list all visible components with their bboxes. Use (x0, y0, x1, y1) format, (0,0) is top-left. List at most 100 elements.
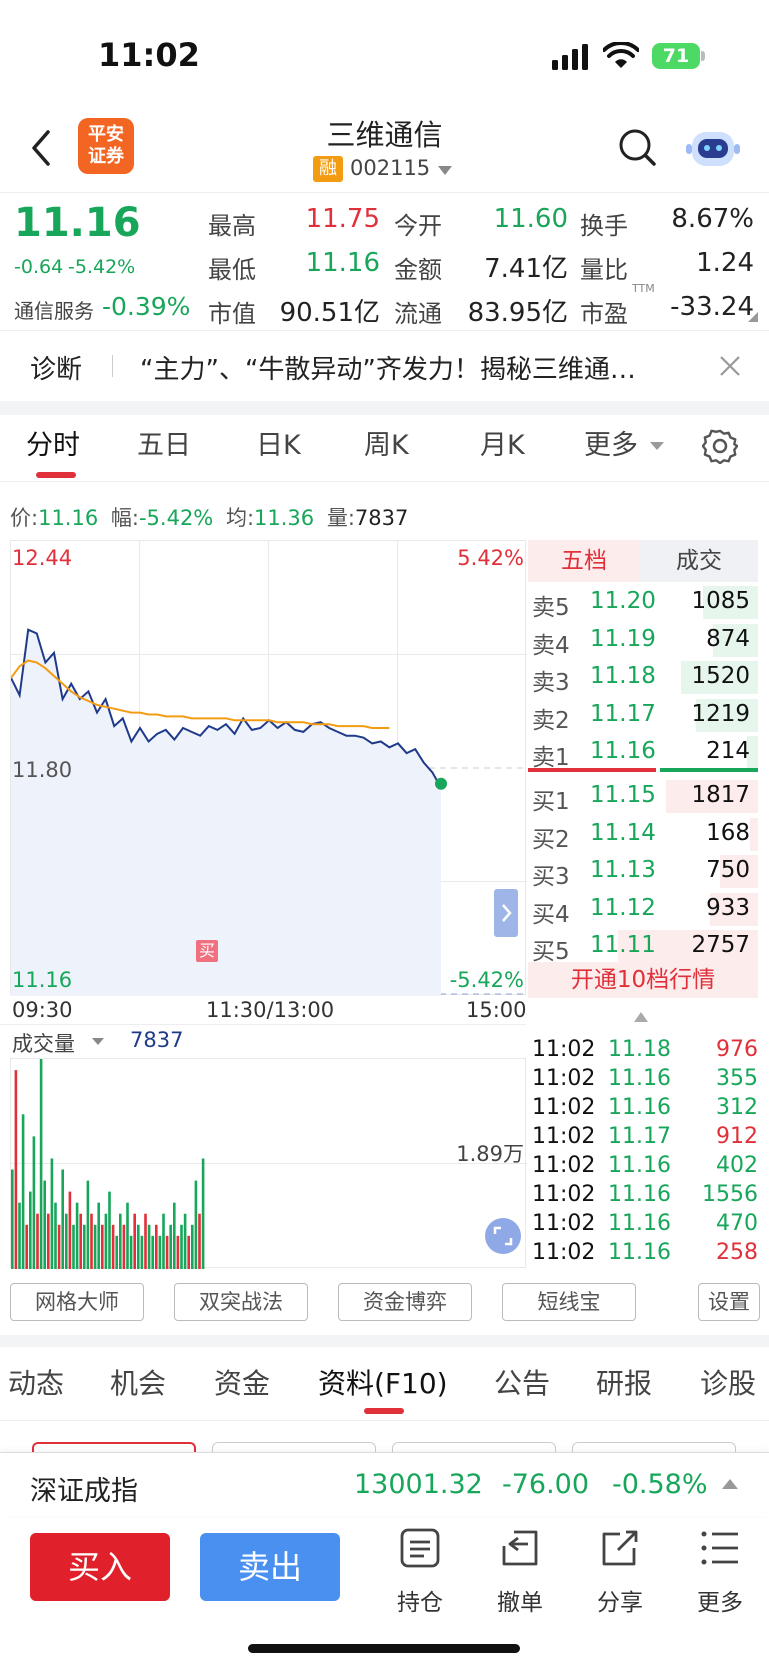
bid-row[interactable]: 买5 11.11 2757 (528, 928, 758, 965)
ask-row[interactable]: 卖1 11.16 214 (528, 734, 758, 771)
index-value: 13001.32 (354, 1469, 483, 1500)
grid-master-button[interactable]: 网格大师 (10, 1283, 144, 1321)
tab-opportunity[interactable]: 机会 (110, 1362, 166, 1402)
bid-row[interactable]: 买1 11.15 1817 (528, 778, 758, 815)
section-gap (0, 401, 769, 415)
buy-marker[interactable]: 买 (196, 940, 218, 962)
tab-order-book[interactable]: 五档 (528, 540, 640, 582)
cancel-order-icon[interactable] (500, 1528, 540, 1568)
volume-bar (108, 1191, 111, 1269)
ask-row[interactable]: 卖2 11.17 1219 (528, 697, 758, 734)
volume-bar (119, 1213, 122, 1269)
volume-bar (29, 1191, 32, 1269)
y-axis-top: 12.44 (12, 546, 73, 570)
depth-bar (749, 817, 758, 851)
ask-row[interactable]: 卖5 11.20 1085 (528, 584, 758, 621)
menu-icon[interactable] (700, 1528, 740, 1568)
level-label: 卖3 (532, 670, 570, 697)
level-price: 11.13 (590, 857, 656, 884)
tab-weekly-k[interactable]: 周K (364, 423, 409, 462)
buy-button[interactable]: 买入 (30, 1533, 170, 1601)
mcap-label: 市值 (208, 300, 256, 328)
double-breakout-button[interactable]: 双突战法 (174, 1283, 308, 1321)
cancel-order-label[interactable]: 撤单 (480, 1583, 560, 1617)
volume-bar (25, 1224, 28, 1269)
volume-bar (18, 1202, 21, 1269)
sector-label[interactable]: 通信服务 (14, 295, 94, 324)
volume-bar (86, 1180, 90, 1269)
trade-price: 11.16 (608, 1153, 671, 1178)
stock-code[interactable]: 002115 (350, 156, 430, 180)
price-chart-svg (11, 628, 527, 996)
sell-button[interactable]: 卖出 (200, 1533, 340, 1601)
margin-badge: 融 (313, 156, 343, 182)
trade-row: 11:02 11.16 312 (532, 1095, 758, 1124)
fullscreen-icon (493, 1226, 513, 1246)
expand-up-icon[interactable] (722, 1479, 738, 1489)
tab-more[interactable]: 更多 (584, 423, 638, 462)
settings-button[interactable]: 设置 (698, 1283, 760, 1321)
divider (0, 1420, 769, 1421)
fund-game-button[interactable]: 资金博弈 (338, 1283, 472, 1321)
bid-row[interactable]: 买2 11.14 168 (528, 816, 758, 853)
tab-intraday[interactable]: 分时 (26, 423, 80, 462)
tab-trades[interactable]: 成交 (640, 540, 758, 582)
short-term-button[interactable]: 短线宝 (502, 1283, 636, 1321)
share-icon[interactable] (600, 1528, 640, 1568)
collapse-up-icon[interactable] (634, 1012, 648, 1022)
volume-bar (90, 1213, 93, 1269)
volume-bar (36, 1213, 39, 1269)
bid-row[interactable]: 买3 11.13 750 (528, 853, 758, 890)
fullscreen-button[interactable] (485, 1218, 521, 1254)
search-icon[interactable] (618, 128, 658, 168)
level-label: 卖5 (532, 595, 570, 621)
level-price: 11.15 (590, 782, 656, 808)
tab-research[interactable]: 研报 (596, 1362, 652, 1402)
tab-announcements[interactable]: 公告 (494, 1362, 550, 1402)
mcap-value: 90.51亿 (279, 298, 380, 328)
ask-row[interactable]: 卖4 11.19 874 (528, 622, 758, 659)
tab-funds[interactable]: 资金 (214, 1362, 270, 1402)
chevron-down-icon[interactable] (438, 166, 452, 175)
volume-bar (147, 1224, 151, 1269)
close-icon[interactable] (719, 355, 741, 377)
share-label[interactable]: 分享 (580, 1583, 660, 1617)
more-label[interactable]: 更多 (680, 1583, 760, 1617)
gear-icon[interactable] (702, 428, 738, 464)
trade-row: 11:02 11.16 470 (532, 1211, 758, 1240)
wifi-icon (603, 42, 639, 68)
ask-row[interactable]: 卖3 11.18 1520 (528, 659, 758, 696)
tab-diagnose[interactable]: 诊股 (700, 1362, 756, 1402)
tab-five-day[interactable]: 五日 (137, 423, 191, 462)
holdings-label[interactable]: 持仓 (380, 1583, 460, 1617)
vol-ratio-value: 1.24 (696, 248, 754, 278)
robot-assistant-icon[interactable] (686, 122, 740, 172)
level-price: 11.18 (590, 663, 656, 690)
volume-bar (183, 1213, 187, 1269)
volume-bar (97, 1202, 100, 1269)
diagnosis-banner[interactable]: 诊断 “主力”、“牛散异动”齐发力！揭秘三维通… (0, 331, 769, 401)
trade-volume: 402 (716, 1153, 758, 1178)
expand-panel-handle[interactable] (494, 889, 518, 937)
level-price: 11.16 (590, 738, 656, 765)
intraday-chart[interactable] (10, 540, 527, 996)
bid-row[interactable]: 买4 11.12 933 (528, 891, 758, 928)
x-axis-end: 15:00 (466, 998, 527, 1022)
level-volume: 1219 (691, 700, 750, 727)
tab-monthly-k[interactable]: 月K (480, 423, 525, 462)
tab-f10[interactable]: 资料(F10) (318, 1362, 448, 1402)
chevron-down-icon[interactable] (92, 1038, 104, 1045)
upgrade-10-level[interactable]: 开通10档行情 (528, 962, 758, 998)
holdings-icon[interactable] (400, 1528, 440, 1568)
volume-bar (54, 1202, 57, 1269)
index-bar[interactable]: 深证成指 13001.32 -76.00 -0.58% (0, 1452, 769, 1516)
tab-news[interactable]: 动态 (8, 1362, 64, 1402)
volume-bar (151, 1235, 154, 1269)
chevron-down-icon[interactable] (650, 442, 664, 450)
tab-daily-k[interactable]: 日K (256, 423, 301, 462)
pct-axis-top: 5.42% (457, 546, 524, 570)
corner-expand-icon[interactable] (748, 312, 758, 322)
volume-label[interactable]: 成交量 (12, 1028, 75, 1058)
trade-time: 11:02 (532, 1124, 596, 1149)
diagnosis-text[interactable]: “主力”、“牛散异动”齐发力！揭秘三维通… (140, 349, 700, 386)
